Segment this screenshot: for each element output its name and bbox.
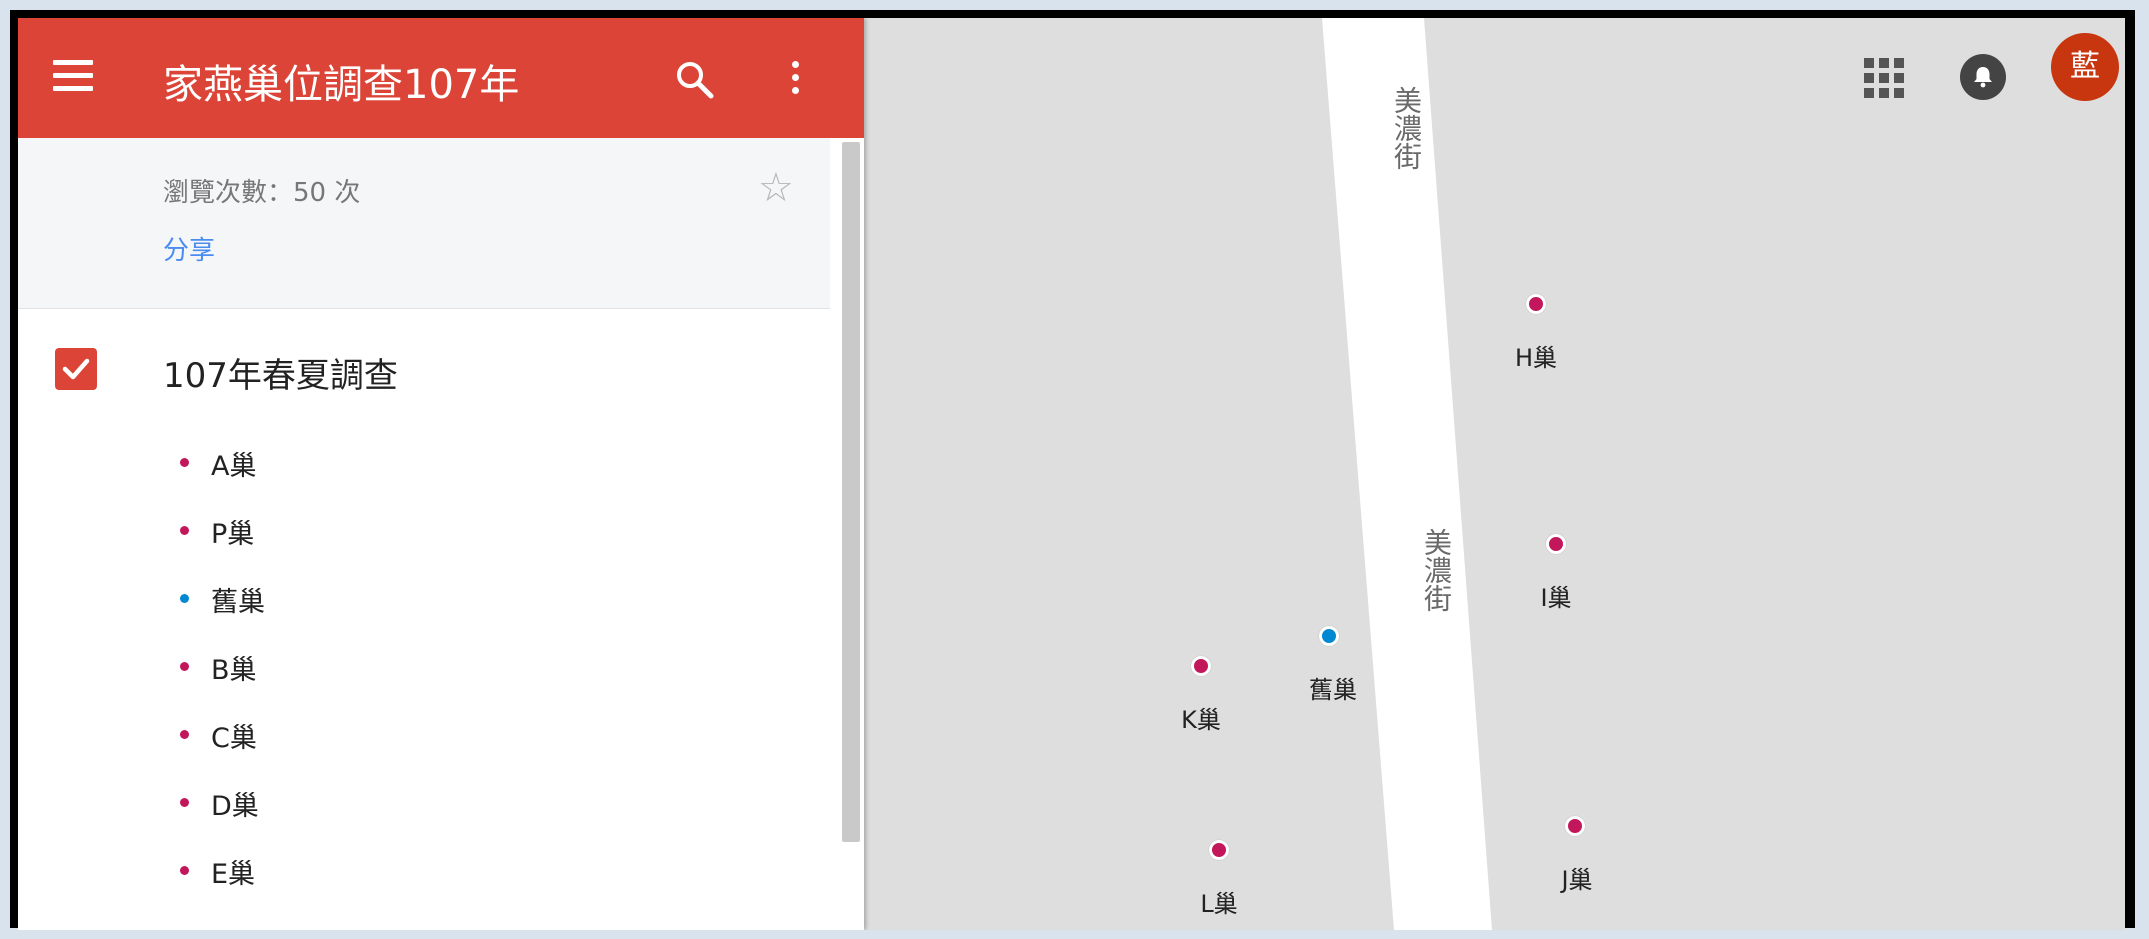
list-item-label: 舊巢 xyxy=(211,587,265,618)
sidebar-scrollbar[interactable] xyxy=(842,142,860,842)
list-item-label: E巢 xyxy=(211,859,256,890)
view-count: 瀏覽次數：50 次 xyxy=(163,178,361,208)
list-item[interactable]: D巢 xyxy=(18,776,830,832)
notifications-icon[interactable] xyxy=(1960,54,2006,100)
list-item[interactable]: C巢 xyxy=(18,708,830,764)
map-marker-h[interactable] xyxy=(1526,294,1546,314)
marker-label-k: K巢 xyxy=(1181,706,1221,734)
list-item-label: D巢 xyxy=(211,791,259,822)
marker-dot-icon xyxy=(180,866,189,875)
road-label-2: 美濃街 xyxy=(1420,528,1453,612)
marker-label-j: J巢 xyxy=(1561,866,1593,894)
map-marker-k[interactable] xyxy=(1191,656,1211,676)
marker-label-old: 舊巢 xyxy=(1309,676,1357,704)
marker-dot-icon xyxy=(180,662,189,671)
map-title: 家燕巢位調查107年 xyxy=(163,62,520,108)
marker-dot-icon xyxy=(180,730,189,739)
marker-label-h: H巢 xyxy=(1514,344,1558,372)
road-layer xyxy=(1322,18,1492,930)
share-link[interactable]: 分享 xyxy=(163,230,215,267)
layer-checkbox[interactable] xyxy=(55,348,97,390)
app-window: 美濃街 美濃街 H巢 I巢 舊巢 K巢 L巢 J巢 藍 家燕巢位調查107年 瀏… xyxy=(18,18,2125,930)
search-icon[interactable] xyxy=(673,58,717,102)
menu-icon[interactable] xyxy=(53,60,93,96)
marker-label-i: I巢 xyxy=(1540,584,1572,612)
list-item[interactable]: 舊巢 xyxy=(18,572,830,628)
marker-label-l: L巢 xyxy=(1200,890,1238,918)
avatar[interactable]: 藍 xyxy=(2051,33,2119,101)
apps-icon[interactable] xyxy=(1864,58,1904,98)
list-item[interactable]: B巢 xyxy=(18,640,830,696)
sidebar-panel: 家燕巢位調查107年 瀏覽次數：50 次 分享 ☆ 107年春夏調查 A巢 P巢 xyxy=(18,18,864,930)
map-marker-l[interactable] xyxy=(1209,840,1229,860)
list-item-label: B巢 xyxy=(211,655,257,686)
list-item[interactable]: E巢 xyxy=(18,844,830,900)
marker-dot-icon xyxy=(180,594,189,603)
list-item-label: C巢 xyxy=(211,723,257,754)
marker-dot-icon xyxy=(180,458,189,467)
list-item[interactable]: A巢 xyxy=(18,436,830,492)
map-canvas[interactable]: 美濃街 美濃街 H巢 I巢 舊巢 K巢 L巢 J巢 藍 xyxy=(864,18,2125,930)
list-item-label: P巢 xyxy=(211,519,255,550)
map-marker-old[interactable] xyxy=(1319,626,1339,646)
info-panel: 瀏覽次數：50 次 分享 ☆ xyxy=(18,138,830,309)
star-outline-icon[interactable]: ☆ xyxy=(758,168,794,208)
layer-title: 107年春夏調查 xyxy=(163,356,398,396)
header-bar: 家燕巢位調查107年 xyxy=(18,18,864,138)
more-vert-icon[interactable] xyxy=(783,58,807,102)
marker-dot-icon xyxy=(180,526,189,535)
map-marker-j[interactable] xyxy=(1565,816,1585,836)
list-item-label: A巢 xyxy=(211,451,257,482)
road-label-1: 美濃街 xyxy=(1390,86,1423,170)
marker-dot-icon xyxy=(180,798,189,807)
map-marker-i[interactable] xyxy=(1546,534,1566,554)
list-item[interactable]: P巢 xyxy=(18,504,830,560)
